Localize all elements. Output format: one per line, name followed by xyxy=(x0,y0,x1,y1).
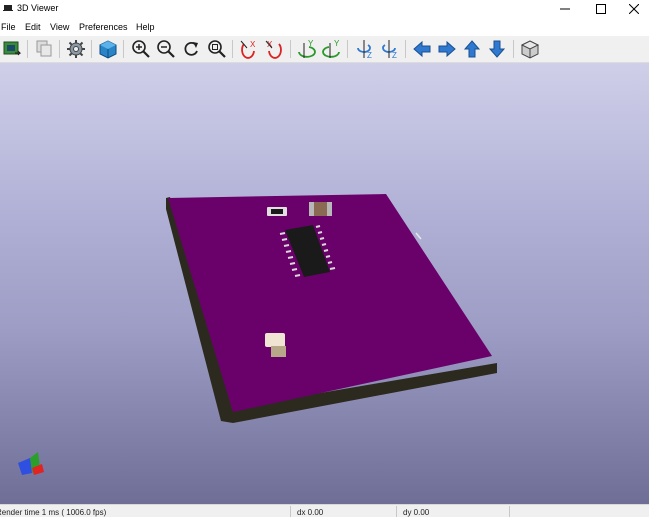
toolbar-separator xyxy=(290,40,291,58)
svg-text:Z: Z xyxy=(392,51,397,60)
3d-viewport[interactable] xyxy=(0,63,649,504)
maximize-button[interactable] xyxy=(584,0,618,18)
arrow-left-icon xyxy=(413,40,431,58)
cube-render-icon xyxy=(99,40,117,59)
menu-help[interactable]: Help xyxy=(136,22,155,32)
svg-text:Y: Y xyxy=(334,39,340,48)
gear-icon xyxy=(67,40,85,58)
pcb-scene xyxy=(18,194,497,475)
status-divider xyxy=(509,506,510,517)
toolbar-separator xyxy=(91,40,92,58)
title-bar: 3D Viewer xyxy=(0,0,649,18)
smd-resistor xyxy=(267,207,287,216)
menu-bar: File Edit View Preferences Help xyxy=(0,20,649,34)
axis-gizmo xyxy=(18,452,44,475)
zoom-in-button[interactable] xyxy=(130,38,152,60)
rotate-x-ccw-button[interactable]: X xyxy=(263,38,285,60)
zoom-fit-button[interactable] xyxy=(206,38,228,60)
menu-file[interactable]: File xyxy=(1,22,16,32)
close-button[interactable] xyxy=(617,0,649,18)
close-icon xyxy=(629,4,639,14)
menu-preferences[interactable]: Preferences xyxy=(79,22,128,32)
rotate-x-ccw-icon: X xyxy=(265,40,282,59)
toolbar-separator xyxy=(347,40,348,58)
arrow-down-icon xyxy=(488,40,506,58)
toggle-orthographic-button[interactable] xyxy=(519,38,541,60)
zoom-in-icon xyxy=(132,40,150,58)
toolbar-separator xyxy=(513,40,514,58)
rotate-z-cw-button[interactable]: Z xyxy=(353,38,375,60)
status-divider xyxy=(396,506,397,517)
copy-image-button[interactable] xyxy=(33,38,55,60)
svg-text:X: X xyxy=(250,40,256,49)
zoom-out-button[interactable] xyxy=(155,38,177,60)
move-up-button[interactable] xyxy=(461,38,483,60)
minimize-icon xyxy=(560,8,570,10)
toolbar-separator xyxy=(27,40,28,58)
app-icon xyxy=(3,4,13,12)
arrow-right-icon xyxy=(438,40,456,58)
toolbar-separator xyxy=(59,40,60,58)
zoom-fit-icon xyxy=(208,40,226,58)
rotate-x-cw-icon: X xyxy=(240,40,256,59)
svg-text:Z: Z xyxy=(367,51,372,60)
status-bar: Render time 1 ms ( 1006.0 fps) dx 0.00 d… xyxy=(0,504,649,517)
toolbar-separator xyxy=(232,40,233,58)
copy-icon xyxy=(36,40,52,57)
move-right-button[interactable] xyxy=(436,38,458,60)
zoom-out-icon xyxy=(157,40,175,58)
reload-board-icon xyxy=(3,41,22,56)
rotate-y-cw-icon: Y xyxy=(298,39,316,58)
maximize-icon xyxy=(596,4,606,14)
status-divider xyxy=(290,506,291,517)
rotate-y-ccw-button[interactable]: Y xyxy=(321,38,343,60)
arrow-up-icon xyxy=(463,40,481,58)
board-marker xyxy=(415,232,422,240)
wireframe-cube-icon xyxy=(520,40,540,59)
settings-button[interactable] xyxy=(65,38,87,60)
rotate-z-ccw-icon: Z xyxy=(382,40,397,60)
menu-edit[interactable]: Edit xyxy=(25,22,41,32)
window-title: 3D Viewer xyxy=(17,3,59,13)
refresh-icon xyxy=(184,41,198,56)
minimize-button[interactable] xyxy=(548,0,582,18)
redraw-button[interactable] xyxy=(180,38,202,60)
svg-text:Y: Y xyxy=(308,39,314,48)
rotate-x-cw-button[interactable]: X xyxy=(238,38,260,60)
render-mode-button[interactable] xyxy=(97,38,119,60)
rotate-z-cw-icon: Z xyxy=(357,40,372,60)
move-down-button[interactable] xyxy=(486,38,508,60)
toolbar-separator xyxy=(405,40,406,58)
rotate-y-ccw-icon: Y xyxy=(322,39,340,58)
toolbar-separator xyxy=(123,40,124,58)
menu-view[interactable]: View xyxy=(50,22,69,32)
toolbar: X X Y Y Z Z xyxy=(0,36,649,63)
rotate-y-cw-button[interactable]: Y xyxy=(295,38,317,60)
rotate-z-ccw-button[interactable]: Z xyxy=(378,38,400,60)
move-left-button[interactable] xyxy=(411,38,433,60)
smd-capacitor xyxy=(309,202,332,216)
reload-board-button[interactable] xyxy=(1,38,23,60)
